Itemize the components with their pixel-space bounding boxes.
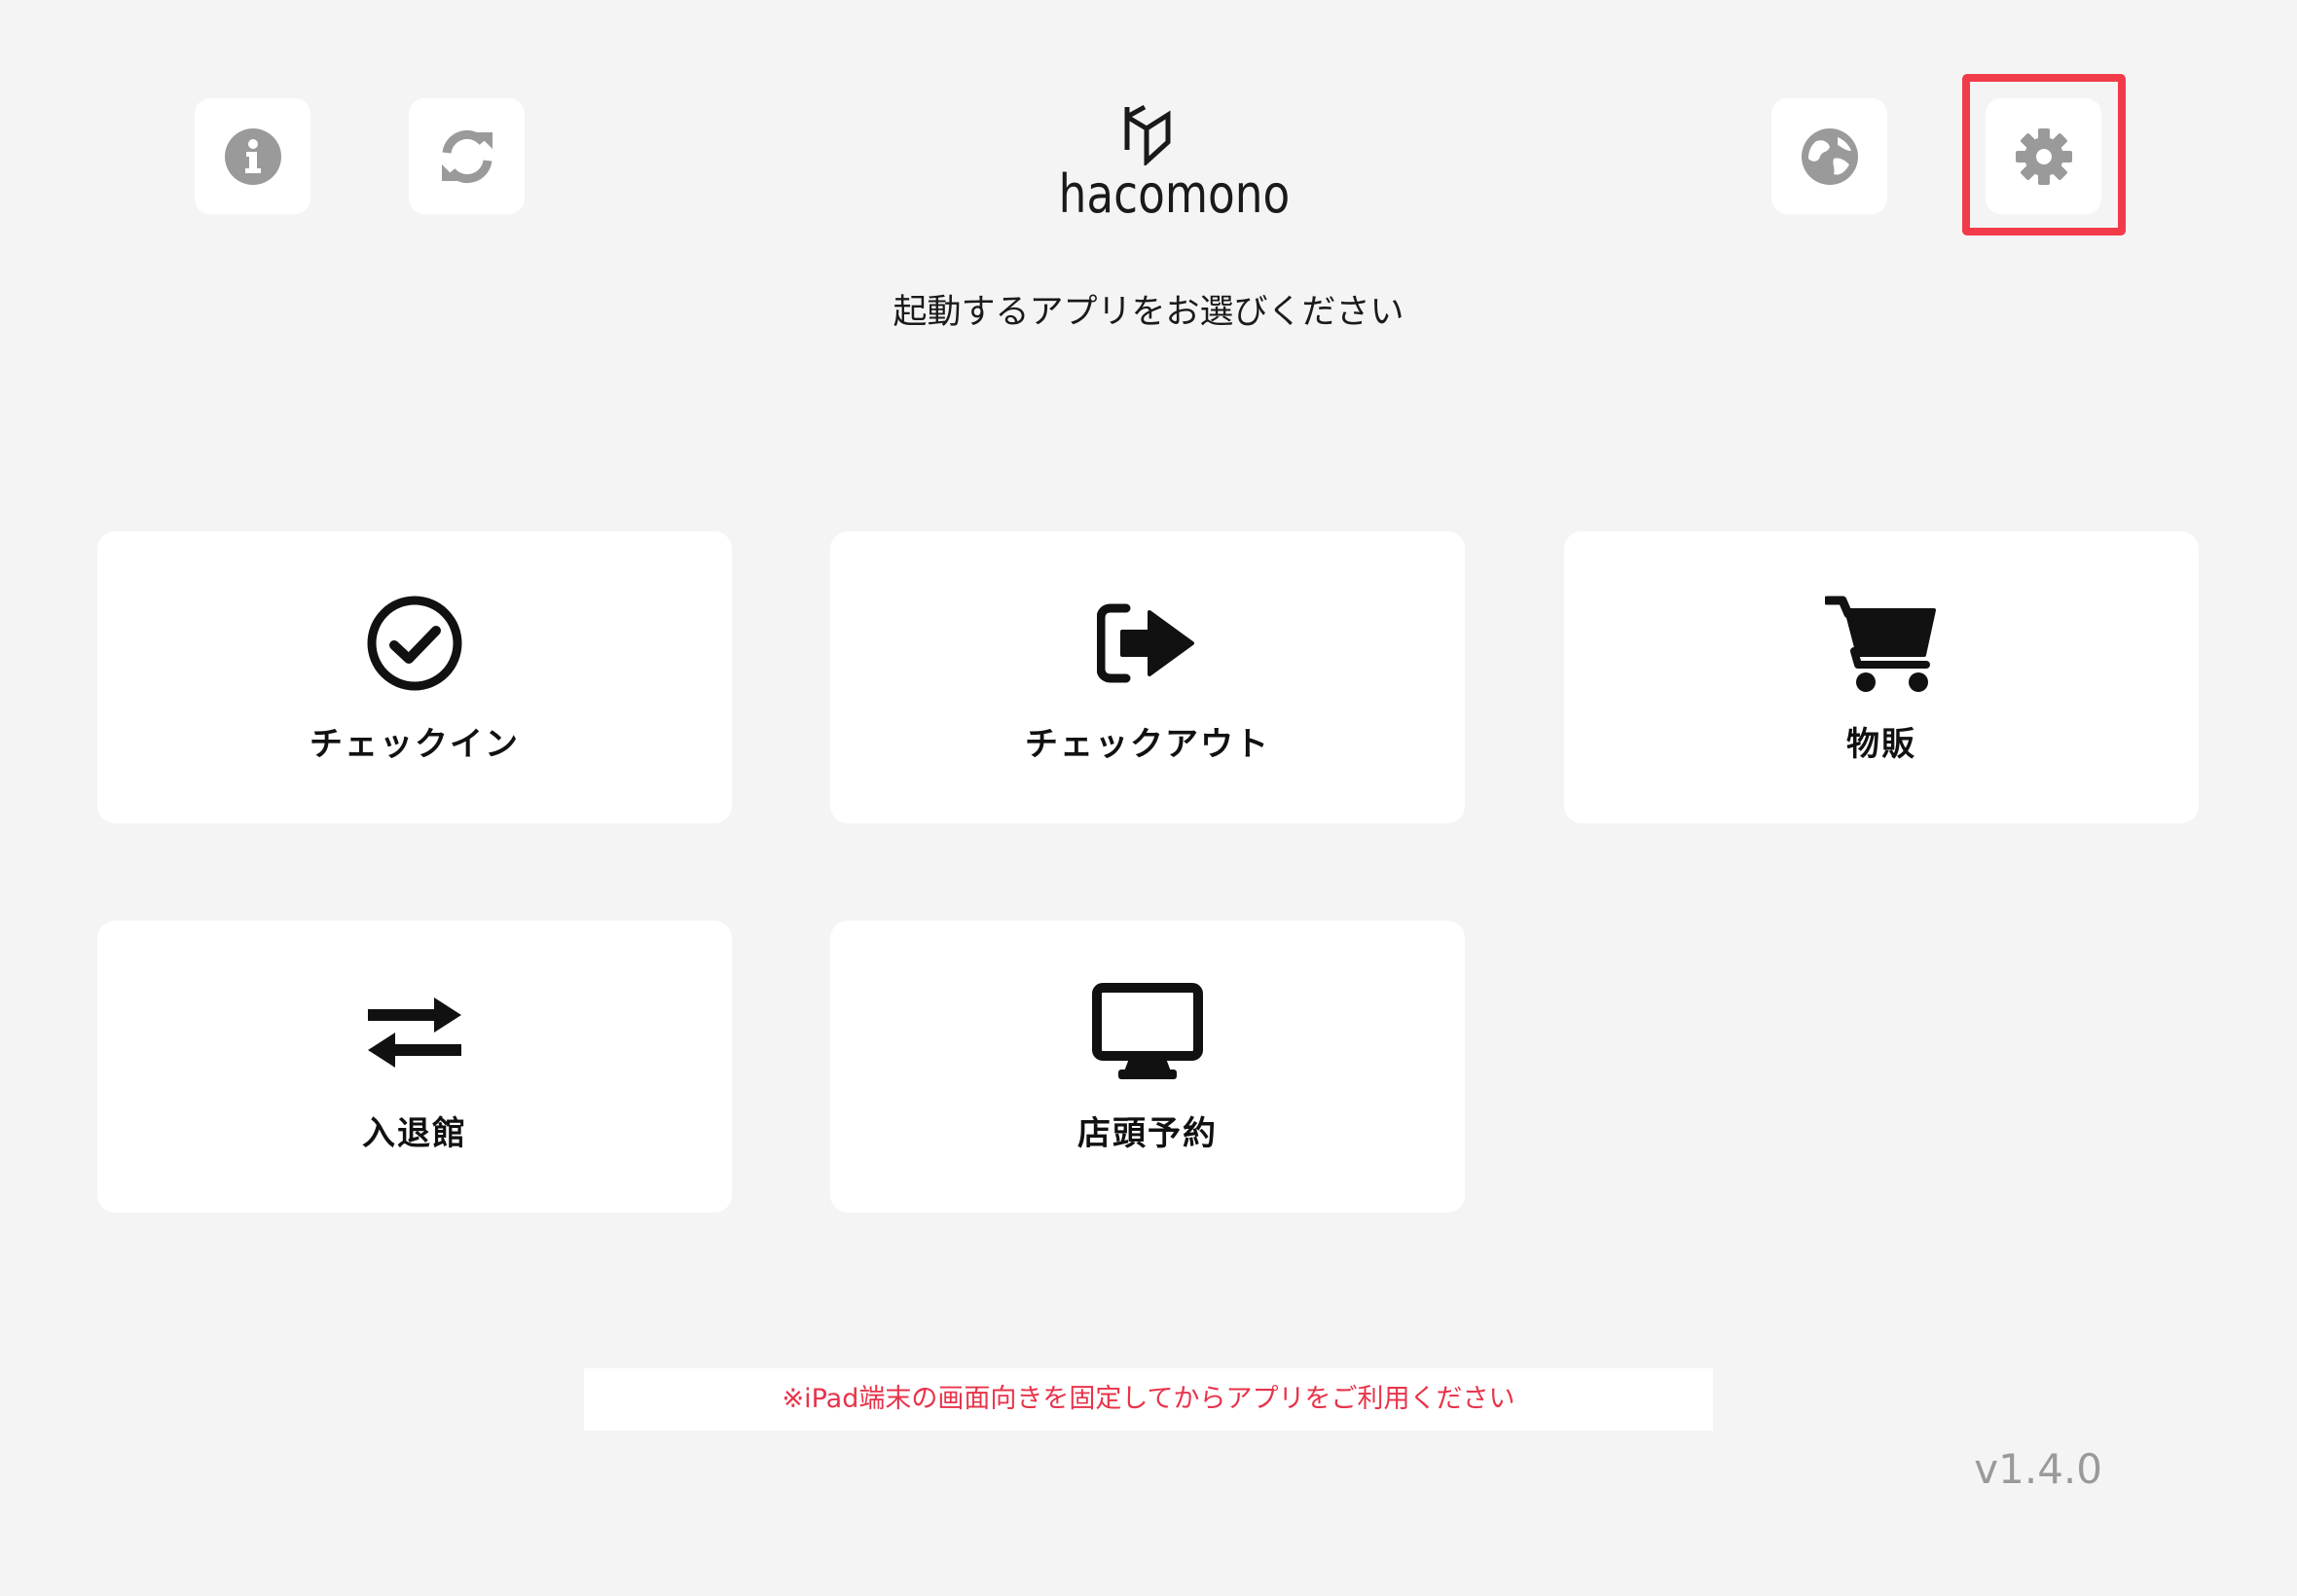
app-tile-label: 入退館 (362, 1114, 467, 1153)
language-button[interactable] (1771, 98, 1887, 214)
app-version: v1.4.0 (1974, 1445, 2102, 1493)
app-tile-label: 店頭予約 (1077, 1114, 1218, 1153)
desktop-monitor-icon (1092, 983, 1203, 1079)
page-subtitle: 起動するアプリをお選びください (893, 293, 1404, 332)
app-tile-merchandise[interactable]: 物販 (1564, 531, 2199, 823)
hacomono-logo-mark (1124, 104, 1171, 165)
orientation-notice: ※iPad端末の画面向きを固定してからアプリをご利用ください (584, 1368, 1713, 1431)
info-button[interactable] (195, 98, 310, 214)
app-tile-checkout[interactable]: チェックアウト (830, 531, 1465, 823)
hacomono-logo: hacomono (1041, 103, 1291, 228)
app-tile-label: チェックアウト (1025, 725, 1270, 764)
app-tile-in-store-reservation[interactable]: 店頭予約 (830, 921, 1465, 1213)
app-tile-checkin[interactable]: チェックイン (97, 531, 732, 823)
sync-icon (441, 129, 492, 183)
app-tile-entry-exit[interactable]: 入退館 (97, 921, 732, 1213)
check-circle-icon (367, 596, 462, 691)
shopping-cart-icon (1825, 596, 1936, 692)
sign-out-icon (1097, 603, 1194, 683)
app-tile-label: 物販 (1846, 725, 1916, 764)
globe-icon (1801, 127, 1858, 185)
info-circle-icon (224, 127, 281, 185)
refresh-button[interactable] (409, 98, 525, 214)
logo-text: hacomono (1058, 163, 1291, 225)
settings-highlight-frame (1962, 74, 2126, 236)
exchange-arrows-icon (368, 998, 461, 1068)
app-tile-label: チェックイン (310, 725, 520, 764)
